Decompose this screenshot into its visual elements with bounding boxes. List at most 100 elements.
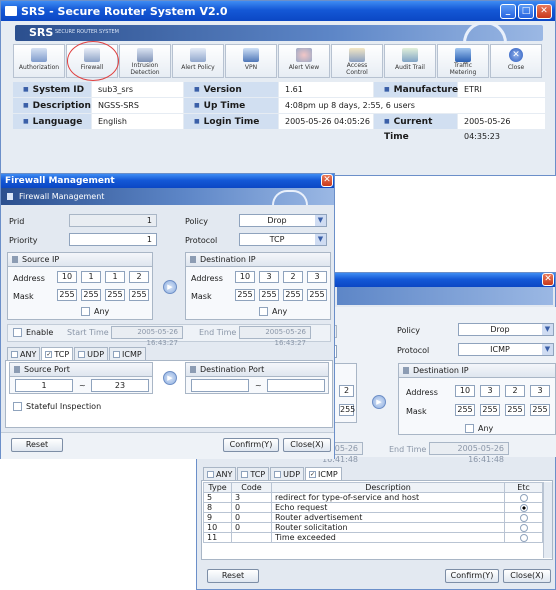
icmp-tab-any[interactable]: ANY (203, 467, 237, 480)
fw-src-port-from[interactable]: 1 (15, 379, 73, 392)
minimize-icon[interactable]: _ (500, 3, 516, 19)
icmp-protocol-select[interactable]: ICMP ▼ (458, 343, 554, 356)
vpn-button[interactable]: VPN (225, 44, 277, 78)
fw-src-mask-octet-1[interactable]: 255 (57, 289, 77, 301)
icmp-src-mask-octet[interactable]: 255 (339, 404, 355, 416)
fw-priority-field[interactable]: 1 (69, 233, 157, 246)
fw-dst-mask-octet-3[interactable]: 255 (283, 289, 303, 301)
icmp-row-radio[interactable] (519, 493, 528, 502)
icmp-dst-mask-octet-1[interactable]: 255 (455, 404, 475, 416)
icmp-tab-udp[interactable]: UDP (270, 467, 305, 480)
icmp-copy-arrow-icon[interactable]: ▶ (372, 395, 386, 409)
banner: SRS SECURE ROUTER SYSTEM (15, 21, 543, 43)
fw-dst-mask-octet-2[interactable]: 255 (259, 289, 279, 301)
fw-src-address-label: Address (13, 274, 45, 283)
fw-enable-checkbox[interactable] (13, 328, 22, 337)
icmp-reset-button[interactable]: Reset (207, 569, 259, 583)
icmp-dst-mask-octet-3[interactable]: 255 (505, 404, 525, 416)
icmp-dst-addr-octet-1[interactable]: 10 (455, 385, 475, 397)
fw-close-icon[interactable]: ✕ (321, 174, 333, 187)
maximize-icon[interactable]: □ (518, 3, 534, 19)
version-value: 1.61 (279, 82, 373, 97)
fw-dst-port-to[interactable] (267, 379, 325, 392)
access-control-button[interactable]: Access Control (331, 44, 383, 78)
fw-reset-button[interactable]: Reset (11, 438, 63, 452)
fw-src-addr-octet-1[interactable]: 10 (57, 271, 77, 283)
language-value: English (92, 114, 183, 129)
intrusion-detection-button[interactable]: Intrusion Detection (119, 44, 171, 78)
fw-dst-mask-octet-4[interactable]: 255 (307, 289, 327, 301)
fw-dst-addr-octet-3[interactable]: 2 (283, 271, 303, 283)
column-header-code[interactable]: Code (231, 482, 272, 493)
language-label: Language (13, 114, 91, 129)
fw-dst-addr-octet-1[interactable]: 10 (235, 271, 255, 283)
fw-dst-addr-octet-2[interactable]: 3 (259, 271, 279, 283)
close-button[interactable]: ✕ Close (490, 44, 542, 78)
alert-policy-button[interactable]: Alert Policy (172, 44, 224, 78)
fw-src-addr-octet-2[interactable]: 1 (81, 271, 101, 283)
fw-ip-copy-arrow-icon[interactable]: ▶ (163, 280, 177, 294)
icmp-row-radio[interactable] (519, 523, 528, 532)
icmp-tab-tcp[interactable]: TCP (237, 467, 270, 480)
fw-priority-label: Priority (9, 236, 38, 245)
traffic-metering-button[interactable]: Traffic Metering (437, 44, 489, 78)
fw-src-mask-octet-2[interactable]: 255 (81, 289, 101, 301)
fw-subheader: Firewall Management (1, 188, 334, 205)
fw-tab-udp[interactable]: UDP (74, 347, 109, 360)
column-header-description[interactable]: Description (271, 482, 505, 493)
table-row[interactable]: 10 0 Router solicitation (203, 522, 543, 533)
fw-tab-tcp[interactable]: ✓ TCP (41, 347, 74, 360)
authorization-button[interactable]: Authorization (13, 44, 65, 78)
fw-src-mask-octet-3[interactable]: 255 (105, 289, 125, 301)
table-row[interactable]: 11 Time exceeded (203, 532, 543, 543)
icmp-dst-mask-octet-2[interactable]: 255 (480, 404, 500, 416)
fw-dst-port-tilde: ~ (255, 381, 262, 390)
fw-port-copy-arrow-icon[interactable]: ▶ (163, 371, 177, 385)
icmp-dst-addr-octet-2[interactable]: 3 (480, 385, 500, 397)
fw-confirm-button[interactable]: Confirm(Y) (223, 438, 279, 452)
table-row[interactable]: 8 0 Echo request (203, 502, 543, 513)
fw-src-addr-octet-3[interactable]: 1 (105, 271, 125, 283)
fw-prid-field: 1 (69, 214, 157, 227)
fw-protocol-select[interactable]: TCP ▼ (239, 233, 327, 246)
column-header-type[interactable]: Type (203, 482, 232, 493)
audit-trail-button[interactable]: Audit Trail (384, 44, 436, 78)
fw-tab-icmp[interactable]: ICMP (109, 347, 146, 360)
alert-policy-icon (190, 48, 206, 62)
fw-src-any-checkbox[interactable] (81, 307, 90, 316)
main-window: SRS - Secure Router System V2.0 _ □ ✕ SR… (0, 0, 556, 176)
icmp-any-checkbox[interactable] (465, 424, 474, 433)
fw-src-any-label: Any (94, 307, 110, 316)
table-row[interactable]: 9 0 Router advertisement (203, 512, 543, 523)
fw-close-button[interactable]: Close(X) (283, 438, 331, 452)
fw-stateful-checkbox[interactable] (13, 402, 22, 411)
fw-header-bullet-icon (7, 193, 13, 200)
table-row[interactable]: 5 3 redirect for type-of-service and host (203, 492, 543, 503)
icmp-close-icon[interactable]: ✕ (542, 273, 554, 286)
fw-dst-mask-octet-1[interactable]: 255 (235, 289, 255, 301)
column-header-etc[interactable]: Etc (504, 482, 543, 493)
icmp-src-addr-octet[interactable]: 2 (339, 385, 354, 397)
fw-src-addr-octet-4[interactable]: 2 (129, 271, 149, 283)
fw-tab-any[interactable]: ANY (7, 347, 41, 360)
icmp-row-radio[interactable] (519, 533, 528, 542)
icmp-close-button[interactable]: Close(X) (503, 569, 551, 583)
icmp-table-scrollbar[interactable] (543, 482, 552, 558)
fw-policy-select[interactable]: Drop ▼ (239, 214, 327, 227)
icmp-dst-addr-octet-3[interactable]: 2 (505, 385, 525, 397)
fw-dst-any-checkbox[interactable] (259, 307, 268, 316)
fw-src-mask-label: Mask (13, 292, 34, 301)
icmp-dst-addr-octet-4[interactable]: 3 (530, 385, 550, 397)
icmp-dst-mask-octet-4[interactable]: 255 (530, 404, 550, 416)
icmp-row-radio[interactable] (519, 513, 528, 522)
fw-dst-addr-octet-4[interactable]: 3 (307, 271, 327, 283)
fw-dst-port-from[interactable] (191, 379, 249, 392)
icmp-confirm-button[interactable]: Confirm(Y) (445, 569, 499, 583)
fw-src-mask-octet-4[interactable]: 255 (129, 289, 149, 301)
fw-src-port-to[interactable]: 23 (91, 379, 149, 392)
icmp-policy-select[interactable]: Drop ▼ (458, 323, 554, 336)
icmp-tab-icmp[interactable]: ✓ ICMP (305, 467, 342, 480)
window-close-icon[interactable]: ✕ (536, 3, 552, 19)
alert-view-button[interactable]: Alert View (278, 44, 330, 78)
icmp-row-radio[interactable] (519, 503, 528, 512)
